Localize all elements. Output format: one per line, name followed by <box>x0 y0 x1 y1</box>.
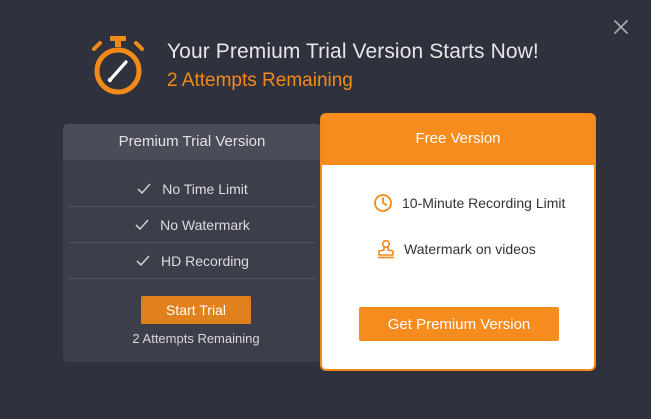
free-item: 10-Minute Recording Limit <box>373 193 565 213</box>
stopwatch-icon <box>92 36 144 95</box>
page-title: Your Premium Trial Version Starts Now! <box>167 40 539 63</box>
free-item-label: Watermark on videos <box>404 241 536 257</box>
checkmark-icon <box>135 218 149 230</box>
clock-icon <box>374 194 392 212</box>
free-version-panel: Free Version 10-Minute Recording Limit W… <box>320 113 596 371</box>
feature-row: No Time Limit <box>69 171 315 207</box>
free-item: Watermark on videos <box>377 239 536 259</box>
free-version-title: Free Version <box>322 115 594 165</box>
feature-label: No Time Limit <box>162 180 248 197</box>
feature-label: No Watermark <box>160 216 250 233</box>
feature-row: HD Recording <box>69 243 315 279</box>
attempts-remaining-subtitle: 2 Attempts Remaining <box>167 70 353 91</box>
premium-trial-panel: Premium Trial Version No Time Limit No W… <box>63 124 321 362</box>
feature-label: HD Recording <box>161 252 249 269</box>
checkmark-icon <box>137 182 151 194</box>
trial-attempts-remaining: 2 Attempts Remaining <box>132 331 260 346</box>
stamp-icon <box>378 239 394 259</box>
close-icon[interactable] <box>612 18 630 36</box>
checkmark-icon <box>136 254 150 266</box>
get-premium-button[interactable]: Get Premium Version <box>359 307 559 341</box>
free-item-label: 10-Minute Recording Limit <box>402 195 566 211</box>
feature-row: No Watermark <box>69 207 315 243</box>
start-trial-button[interactable]: Start Trial <box>141 296 251 324</box>
premium-trial-title: Premium Trial Version <box>63 124 321 160</box>
